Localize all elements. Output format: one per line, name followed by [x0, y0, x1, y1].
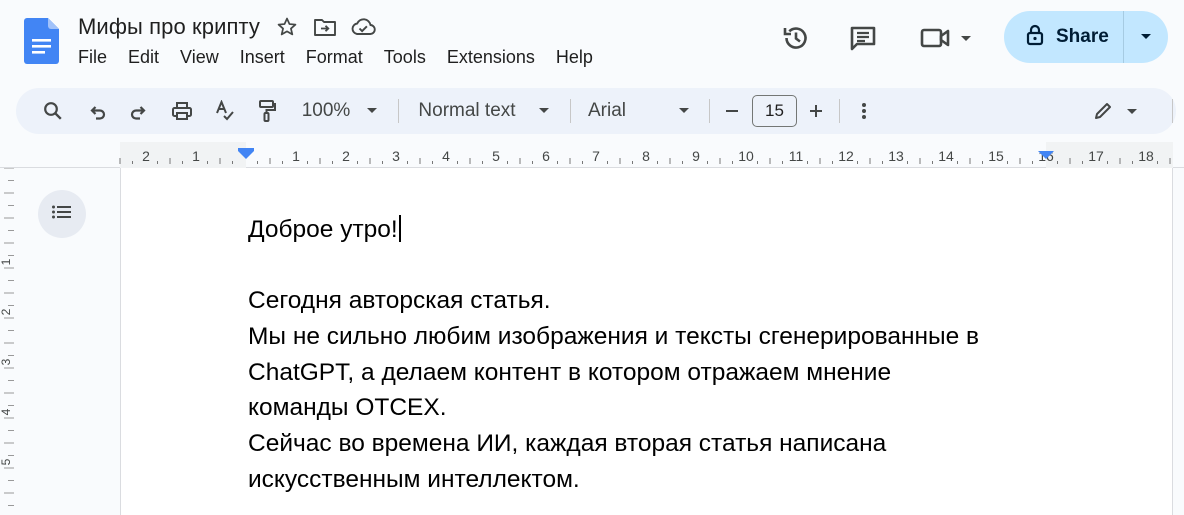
zoom-select[interactable]: 100% [298, 88, 354, 134]
ruler-label: 9 [692, 148, 700, 164]
paint-format-icon[interactable] [252, 88, 282, 134]
horizontal-ruler[interactable]: 21123456789101112131415161718 [0, 142, 1184, 168]
ruler-label: 1 [292, 148, 300, 164]
menu-bar: File Edit View Insert Format Tools Exten… [78, 47, 614, 68]
ruler-right-margin [1046, 142, 1173, 168]
menu-view[interactable]: View [180, 47, 219, 68]
doc-line: Сегодня авторская статья. [248, 287, 551, 315]
menu-file[interactable]: File [78, 47, 107, 68]
print-icon[interactable] [167, 88, 197, 134]
vruler-label: 1 [0, 258, 13, 265]
ruler-label: 6 [542, 148, 550, 164]
plus-icon[interactable] [804, 88, 828, 134]
ruler-label: 1 [192, 148, 200, 164]
menu-tools[interactable]: Tools [384, 47, 426, 68]
doc-line-greeting: Доброе утро! [248, 212, 1068, 248]
star-icon[interactable] [274, 14, 300, 40]
toolbar-divider [1172, 99, 1173, 123]
share-main-button[interactable]: Share [1004, 11, 1124, 63]
ruler-label: 2 [142, 148, 150, 164]
menu-format[interactable]: Format [306, 47, 363, 68]
toolbar-divider [398, 99, 399, 123]
ruler-label: 14 [938, 148, 954, 164]
vruler-label: 3 [0, 358, 13, 365]
ruler-label: 4 [442, 148, 450, 164]
ruler-left-margin [120, 142, 246, 168]
ruler-label: 15 [988, 148, 1004, 164]
text-cursor [398, 215, 401, 242]
cloud-saved-icon[interactable] [350, 14, 376, 40]
document-title[interactable]: Мифы про крипту [78, 14, 260, 40]
greeting-text: Доброе утро! [248, 216, 398, 243]
undo-icon[interactable] [82, 88, 112, 134]
ruler-label: 10 [738, 148, 754, 164]
doc-line: ChatGPT, а делаем контент в котором отра… [248, 358, 892, 386]
doc-line: искусственным интеллектом. [248, 465, 580, 493]
doc-line: команды OTCEX. [248, 394, 447, 422]
ruler-label: 18 [1138, 148, 1154, 164]
ruler-label: 3 [392, 148, 400, 164]
doc-line: Мы не сильно любим изображения и тексты … [248, 323, 980, 351]
version-history-icon[interactable] [781, 23, 811, 53]
vruler-label: 4 [0, 408, 13, 415]
docs-logo-icon[interactable] [24, 18, 59, 64]
doc-line-empty [248, 248, 1068, 284]
font-size-input[interactable]: 15 [752, 95, 797, 127]
chevron-down-icon[interactable] [362, 88, 382, 134]
redo-icon[interactable] [124, 88, 154, 134]
ruler-label: 8 [642, 148, 650, 164]
vruler-label: 5 [0, 458, 13, 465]
ruler-label: 11 [789, 148, 804, 164]
menu-extensions[interactable]: Extensions [447, 47, 535, 68]
document-body[interactable]: Доброе утро! Сегодня авторская статья. М… [248, 212, 1068, 498]
vruler-label: 2 [0, 308, 13, 315]
toolbar-divider [839, 99, 840, 123]
edit-mode-pencil-icon[interactable] [1092, 88, 1138, 134]
ruler-label: 12 [838, 148, 854, 164]
docs-header: Мифы про крипту File Edit View Insert Fo… [0, 0, 1184, 84]
lock-icon [1026, 24, 1044, 51]
spellcheck-icon[interactable] [210, 88, 240, 134]
minus-icon[interactable] [720, 88, 744, 134]
menu-help[interactable]: Help [556, 47, 593, 68]
ruler-label: 7 [592, 148, 600, 164]
toolbar-divider [709, 99, 710, 123]
toolbar-divider [570, 99, 571, 123]
vertical-ruler[interactable]: 1 2 3 4 5 [0, 167, 20, 515]
document-outline-button[interactable] [38, 190, 86, 238]
menu-edit[interactable]: Edit [128, 47, 159, 68]
chevron-down-icon[interactable] [674, 88, 694, 134]
chevron-down-icon[interactable] [534, 88, 554, 134]
comments-icon[interactable] [848, 23, 878, 53]
main-toolbar: 100% Normal text Arial 15 [16, 88, 1176, 134]
font-family-select[interactable]: Arial [588, 88, 632, 134]
left-indent-marker-bar [238, 148, 254, 151]
move-to-folder-icon[interactable] [312, 14, 338, 40]
ruler-label: 2 [342, 148, 350, 164]
share-label: Share [1056, 26, 1109, 47]
share-dropdown-button[interactable] [1124, 11, 1168, 63]
ruler-label: 5 [492, 148, 500, 164]
ruler-label: 17 [1088, 148, 1104, 164]
share-button[interactable]: Share [1004, 11, 1168, 63]
search-icon[interactable] [38, 88, 68, 134]
paragraph-style-select[interactable]: Normal text [414, 88, 520, 134]
menu-insert[interactable]: Insert [240, 47, 285, 68]
chevron-down-icon [1141, 34, 1151, 39]
more-vert-icon[interactable] [854, 88, 874, 134]
ruler-label: 13 [888, 148, 904, 164]
doc-line: Сейчас во времена ИИ, каждая вторая стат… [248, 430, 887, 458]
outline-list-icon [51, 204, 73, 225]
meet-video-icon[interactable] [918, 23, 974, 53]
